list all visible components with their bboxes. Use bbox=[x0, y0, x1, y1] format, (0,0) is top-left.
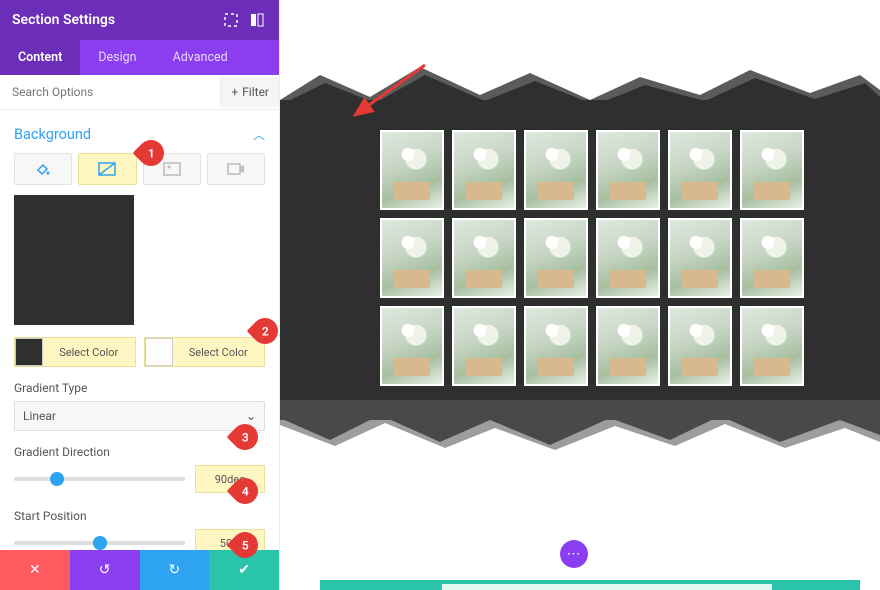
expand-icon[interactable] bbox=[221, 10, 241, 30]
gallery-thumb[interactable] bbox=[452, 130, 516, 210]
annotation-arrow bbox=[340, 60, 430, 130]
paint-icon bbox=[35, 161, 51, 177]
color-picker-2-label: Select Color bbox=[173, 346, 265, 359]
gallery-thumb[interactable] bbox=[524, 306, 588, 386]
direction-label: Gradient Direction bbox=[14, 445, 265, 459]
start-slider[interactable] bbox=[14, 541, 185, 545]
gallery-thumb[interactable] bbox=[452, 306, 516, 386]
select-caret-icon: ⌄ bbox=[246, 409, 256, 423]
torn-edge-bottom bbox=[280, 400, 880, 460]
gallery-thumb[interactable] bbox=[524, 218, 588, 298]
panel-header: Section Settings bbox=[0, 0, 279, 40]
bg-tab-video[interactable] bbox=[207, 153, 265, 185]
color-row: Select Color Select Color bbox=[14, 337, 265, 367]
tab-advanced[interactable]: Advanced bbox=[155, 40, 246, 75]
gallery-thumb[interactable] bbox=[740, 130, 804, 210]
section-add-button[interactable]: ⋯ bbox=[560, 540, 588, 568]
filter-button[interactable]: + Filter bbox=[220, 77, 279, 107]
canvas-preview: ⋯ bbox=[280, 0, 880, 590]
gallery-thumb[interactable] bbox=[740, 218, 804, 298]
plus-icon: + bbox=[231, 85, 238, 99]
dots-icon: ⋯ bbox=[567, 546, 582, 562]
gradient-preview bbox=[14, 195, 134, 325]
color-picker-1-label: Select Color bbox=[43, 346, 135, 359]
swatch-2 bbox=[145, 338, 173, 366]
module-outline[interactable] bbox=[320, 580, 860, 590]
gallery-thumb[interactable] bbox=[524, 130, 588, 210]
gradient-type-value: Linear bbox=[23, 409, 56, 423]
gallery-thumb[interactable] bbox=[596, 306, 660, 386]
close-button[interactable]: ✕ bbox=[0, 550, 70, 590]
gallery-thumb[interactable] bbox=[596, 130, 660, 210]
close-icon: ✕ bbox=[29, 562, 41, 578]
video-icon bbox=[227, 162, 245, 176]
search-row: + Filter bbox=[0, 75, 279, 110]
gallery-thumb[interactable] bbox=[380, 306, 444, 386]
start-label: Start Position bbox=[14, 509, 265, 523]
gallery-thumb[interactable] bbox=[668, 218, 732, 298]
redo-icon: ↻ bbox=[169, 562, 181, 578]
gallery-thumb[interactable] bbox=[668, 306, 732, 386]
gallery-thumb[interactable] bbox=[668, 130, 732, 210]
direction-slider[interactable] bbox=[14, 477, 185, 481]
image-gallery bbox=[380, 130, 804, 386]
accordion-label: Background bbox=[14, 126, 91, 143]
gradient-type-label: Gradient Type bbox=[14, 381, 265, 395]
gallery-thumb[interactable] bbox=[452, 218, 516, 298]
panel-tabs: Content Design Advanced bbox=[0, 40, 279, 75]
search-input[interactable] bbox=[0, 75, 220, 109]
color-picker-2[interactable]: Select Color bbox=[144, 337, 266, 367]
color-picker-1[interactable]: Select Color bbox=[14, 337, 136, 367]
gallery-thumb[interactable] bbox=[380, 130, 444, 210]
gradient-type-select[interactable]: Linear ⌄ bbox=[14, 401, 265, 431]
undo-icon: ↺ bbox=[99, 562, 111, 578]
undo-button[interactable]: ↺ bbox=[70, 550, 140, 590]
bg-tab-gradient[interactable] bbox=[78, 153, 136, 185]
snap-icon[interactable] bbox=[247, 10, 267, 30]
redo-button[interactable]: ↻ bbox=[140, 550, 210, 590]
tab-content[interactable]: Content bbox=[0, 40, 80, 75]
tab-design[interactable]: Design bbox=[80, 40, 154, 75]
bg-tab-color[interactable] bbox=[14, 153, 72, 185]
gallery-thumb[interactable] bbox=[740, 306, 804, 386]
gallery-thumb[interactable] bbox=[596, 218, 660, 298]
filter-label: Filter bbox=[242, 85, 269, 99]
panel-title: Section Settings bbox=[12, 12, 215, 28]
image-icon bbox=[163, 162, 181, 176]
gradient-icon bbox=[98, 162, 116, 176]
check-icon: ✔ bbox=[238, 562, 250, 578]
swatch-1 bbox=[15, 338, 43, 366]
gallery-thumb[interactable] bbox=[380, 218, 444, 298]
chevron-up-icon: ︿ bbox=[253, 126, 265, 143]
